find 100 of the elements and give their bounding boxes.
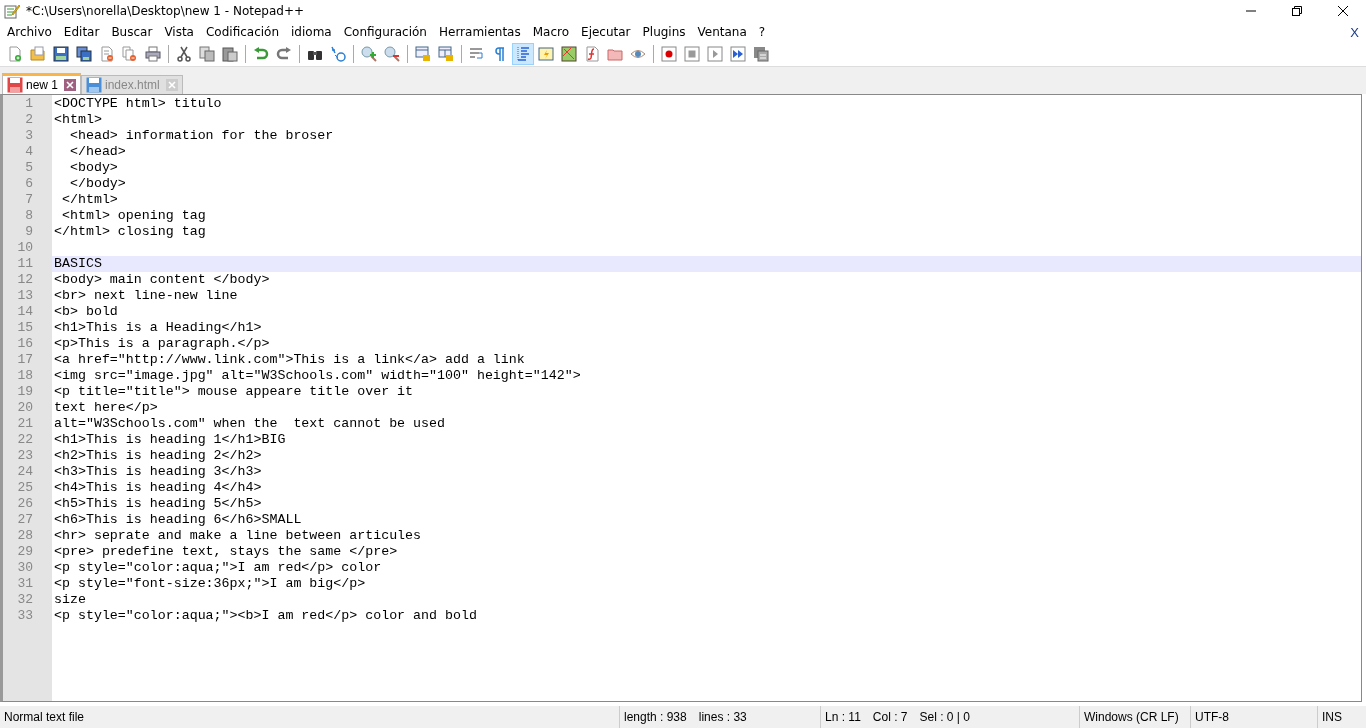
line-number: 2: [24, 112, 34, 128]
macro-list-icon: [753, 46, 769, 62]
line-number: 21: [16, 416, 34, 432]
menu-item[interactable]: Macro: [526, 25, 576, 39]
printer-icon: [145, 46, 161, 62]
code-line: <pre> predefine text, stays the same </pre>: [53, 544, 399, 560]
code-line: <h4>This is heading 4</h4>: [53, 480, 263, 496]
line-number: 28: [16, 528, 34, 544]
code-line: <h2>This is heading 2</h2>: [53, 448, 263, 464]
line-number: 31: [16, 576, 34, 592]
toolbar-button[interactable]: [727, 43, 749, 65]
code-line: <html>: [53, 112, 103, 128]
close-document-button[interactable]: X: [1343, 24, 1366, 40]
encoding-label: UTF-8: [1195, 710, 1229, 724]
code-line: <b> bold: [53, 304, 119, 320]
line-number: 17: [16, 352, 34, 368]
code-line: <h6>This is heading 6</h6>SMALL: [53, 512, 303, 528]
close-tab-button[interactable]: [64, 79, 77, 91]
menu-item[interactable]: Editar: [57, 25, 106, 39]
line-number: 3: [24, 128, 34, 144]
code-line: <br> next line-new line: [53, 288, 239, 304]
record-icon: [661, 46, 677, 62]
menu-item[interactable]: Ejecutar: [575, 25, 637, 39]
folder-icon: [30, 46, 46, 62]
code-line: <h1>This is a Heading</h1>: [53, 320, 263, 336]
code-line: <hr> seprate and make a line between articules: [53, 528, 423, 544]
code-line: <p title="title"> mouse appeare title over it: [53, 384, 415, 400]
line-number: 26: [16, 496, 34, 512]
undo-arrow-icon: [253, 46, 269, 62]
word-wrap-icon: [469, 46, 485, 62]
line-number: 33: [16, 608, 34, 624]
menu-item[interactable]: Herramientas: [433, 25, 527, 39]
line-number: 18: [16, 368, 34, 384]
code-line: <body>: [68, 160, 119, 176]
close-icon: [64, 79, 77, 91]
menu-item[interactable]: Buscar: [105, 25, 159, 39]
line-number: 13: [16, 288, 34, 304]
code-line: <p>This is a paragraph.</p>: [53, 336, 271, 352]
close-icon: [165, 79, 178, 91]
line-ending-label: Windows (CR LF): [1084, 710, 1179, 724]
menu-item[interactable]: Plugins: [636, 25, 692, 39]
copy-icon: [199, 46, 215, 62]
menu-item[interactable]: ?: [752, 25, 772, 39]
line-number: 6: [24, 176, 34, 192]
clipboard-icon: [222, 46, 238, 62]
line-number: 19: [16, 384, 34, 400]
line-number: 25: [16, 480, 34, 496]
code-line: </head>: [68, 144, 127, 160]
menu-item[interactable]: Ventana: [691, 25, 753, 39]
lightning-window-icon: [538, 46, 554, 62]
code-line: </html>: [60, 192, 119, 208]
code-line: <img src="image.jpg" alt="W3Schools.com" width="100" height="142">: [53, 368, 582, 384]
code-line: <h1>This is heading 1</h1>BIG: [53, 432, 287, 448]
indent-guide-icon: [515, 46, 531, 62]
editor-area[interactable]: [0, 94, 1362, 702]
line-number: 27: [16, 512, 34, 528]
line-number: 32: [16, 592, 34, 608]
code-line: <p style="color:aqua;">I am red</p> color: [53, 560, 383, 576]
line-number: 10: [16, 240, 34, 256]
zoom-out-icon: [384, 46, 400, 62]
stop-icon: [684, 46, 700, 62]
redo-arrow-icon: [276, 46, 292, 62]
line-number: 4: [24, 144, 34, 160]
line-number: 11: [16, 256, 34, 272]
menu-item[interactable]: Configuración: [337, 25, 433, 39]
zoom-in-icon: [361, 46, 377, 62]
find-replace-icon: [330, 46, 346, 62]
toolbar-button[interactable]: [73, 43, 95, 65]
code-line: </body>: [68, 176, 127, 192]
line-number: 20: [16, 400, 34, 416]
function-document-icon: [584, 46, 600, 62]
menu-item[interactable]: Vista: [158, 25, 200, 39]
selection-label: Sel : 0 | 0: [919, 710, 970, 724]
code-line: <head> information for the broser: [68, 128, 335, 144]
length-label: length : 938: [624, 710, 687, 724]
code-line: text here</p>: [53, 400, 159, 416]
code-line: alt="W3Schools.com" when the text cannot be used: [53, 416, 446, 432]
file-type-label: Normal text file: [4, 710, 85, 724]
menu-item[interactable]: Codificación: [199, 25, 286, 39]
line-number: 15: [16, 320, 34, 336]
line-number: 24: [16, 464, 34, 480]
map-icon: [561, 46, 577, 62]
restore-icon: [1291, 5, 1303, 17]
line-number: 7: [24, 192, 34, 208]
scissors-icon: [176, 46, 192, 62]
line-number: 22: [16, 432, 34, 448]
code-line: <DOCTYPE html> titulo: [53, 96, 223, 112]
code-line: <body> main content </body>: [53, 272, 271, 288]
menu-item[interactable]: idioma: [285, 25, 338, 39]
line-number: 23: [16, 448, 34, 464]
line-position-label: Ln : 11: [825, 710, 861, 724]
document-tab[interactable]: new 1: [2, 73, 82, 94]
toolbar-button[interactable]: [50, 43, 72, 65]
line-number: 8: [24, 208, 34, 224]
line-number: 1: [24, 96, 34, 112]
code-line: <h5>This is heading 5</h5>: [53, 496, 263, 512]
line-number: 12: [16, 272, 34, 288]
code-line: <p style="font-size:36px;">I am big</p>: [53, 576, 367, 592]
code-line: size: [53, 592, 87, 608]
menu-item[interactable]: Archivo: [1, 25, 58, 39]
